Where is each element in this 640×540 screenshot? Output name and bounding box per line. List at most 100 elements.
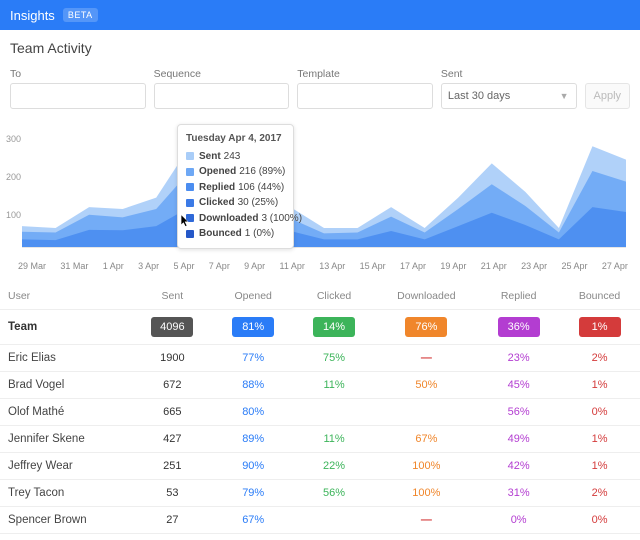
cell-user: Olof Mathé: [0, 399, 132, 426]
x-tick: 23 Apr: [521, 261, 547, 271]
cell-user: Spencer Brown: [0, 507, 132, 534]
col-opened[interactable]: Opened: [213, 283, 294, 310]
tooltip-label: Sent: [199, 149, 221, 165]
tooltip-title: Tuesday Apr 4, 2017: [186, 131, 285, 147]
activity-chart: 100200300 29 Mar31 Mar1 Apr3 Apr5 Apr7 A…: [0, 121, 640, 271]
table-row-team[interactable]: Team 4096 81% 14% 76% 36% 1%: [0, 310, 640, 345]
filter-to-input[interactable]: [10, 83, 146, 109]
page-title: Team Activity: [10, 40, 630, 56]
app-header: Insights BETA: [0, 0, 640, 30]
filter-template-input[interactable]: [297, 83, 433, 109]
cell-bounced: 2%: [559, 480, 640, 507]
cell-clicked: 75%: [294, 345, 375, 372]
tooltip-value: 243: [224, 149, 241, 165]
tooltip-value: 1 (0%): [245, 226, 274, 242]
cell-user: Jeffrey Wear: [0, 453, 132, 480]
cell-bounced: 1%: [559, 310, 640, 345]
table-row[interactable]: Jennifer Skene 427 89% 11% 67% 49% 1%: [0, 426, 640, 453]
chart-tooltip: Tuesday Apr 4, 2017 Sent 243 Opened 216 …: [177, 124, 294, 249]
x-tick: 31 Mar: [60, 261, 88, 271]
cell-downloaded: 76%: [375, 310, 479, 345]
filter-sent-label: Sent: [441, 68, 577, 80]
tooltip-value: 216 (89%): [239, 164, 285, 180]
cell-opened: 77%: [213, 345, 294, 372]
metric-pill: 81%: [232, 317, 274, 337]
cell-bounced: 1%: [559, 426, 640, 453]
cell-opened: 79%: [213, 480, 294, 507]
table-row[interactable]: Spencer Brown 27 67% — 0% 0%: [0, 507, 640, 534]
cell-clicked: [294, 507, 375, 534]
col-replied[interactable]: Replied: [478, 283, 559, 310]
tooltip-label: Bounced: [199, 226, 242, 242]
tooltip-value: 30 (25%): [238, 195, 279, 211]
x-tick: 27 Apr: [602, 261, 628, 271]
cell-clicked: 11%: [294, 372, 375, 399]
cell-bounced: 0%: [559, 399, 640, 426]
tooltip-label: Opened: [199, 164, 236, 180]
x-tick: 11 Apr: [280, 261, 305, 271]
tooltip-row: Downloaded 3 (100%): [186, 211, 285, 227]
table-row[interactable]: Eric Elias 1900 77% 75% — 23% 2%: [0, 345, 640, 372]
table-header-row: User Sent Opened Clicked Downloaded Repl…: [0, 283, 640, 310]
x-tick: 9 Apr: [244, 261, 265, 271]
col-clicked[interactable]: Clicked: [294, 283, 375, 310]
tooltip-label: Replied: [199, 180, 235, 196]
table-row[interactable]: Jeffrey Wear 251 90% 22% 100% 42% 1%: [0, 453, 640, 480]
cell-user: Team: [0, 310, 132, 345]
cell-clicked: 14%: [294, 310, 375, 345]
apply-button[interactable]: Apply: [585, 83, 631, 109]
cell-replied: 49%: [478, 426, 559, 453]
cell-replied: 23%: [478, 345, 559, 372]
tooltip-label: Downloaded: [199, 211, 258, 227]
col-sent[interactable]: Sent: [132, 283, 213, 310]
x-tick: 19 Apr: [440, 261, 466, 271]
x-tick: 13 Apr: [319, 261, 345, 271]
cell-sent: 672: [132, 372, 213, 399]
tooltip-row: Bounced 1 (0%): [186, 226, 285, 242]
cell-clicked: [294, 399, 375, 426]
cell-opened: 89%: [213, 426, 294, 453]
filter-sent-select[interactable]: Last 30 days: [441, 83, 577, 109]
cell-replied: 45%: [478, 372, 559, 399]
col-user[interactable]: User: [0, 283, 132, 310]
cell-opened: 67%: [213, 507, 294, 534]
col-downloaded[interactable]: Downloaded: [375, 283, 479, 310]
table-row[interactable]: Brad Vogel 672 88% 11% 50% 45% 1%: [0, 372, 640, 399]
table-row[interactable]: Olof Mathé 665 80% 56% 0%: [0, 399, 640, 426]
cell-replied: 56%: [478, 399, 559, 426]
y-tick: 100: [6, 210, 21, 220]
metric-pill: 76%: [405, 317, 447, 337]
metric-pill: 4096: [151, 317, 193, 337]
filters-row: To Sequence Template Sent Last 30 days ▼…: [10, 68, 630, 109]
cell-user: Eric Elias: [0, 345, 132, 372]
cell-bounced: 0%: [559, 507, 640, 534]
cell-downloaded: [375, 399, 479, 426]
cell-user: Brad Vogel: [0, 372, 132, 399]
tooltip-swatch: [186, 152, 194, 160]
cell-clicked: 56%: [294, 480, 375, 507]
cell-replied: 42%: [478, 453, 559, 480]
app-title: Insights: [10, 8, 55, 23]
cell-downloaded: —: [375, 507, 479, 534]
table-row[interactable]: Trey Tacon 53 79% 56% 100% 31% 2%: [0, 480, 640, 507]
cursor-icon: [180, 214, 190, 228]
cell-replied: 31%: [478, 480, 559, 507]
y-tick: 300: [6, 134, 21, 144]
tooltip-swatch: [186, 230, 194, 238]
tooltip-label: Clicked: [199, 195, 235, 211]
cell-downloaded: 100%: [375, 480, 479, 507]
filter-sequence-input[interactable]: [154, 83, 290, 109]
metric-pill: 1%: [579, 317, 621, 337]
col-bounced[interactable]: Bounced: [559, 283, 640, 310]
tooltip-row: Clicked 30 (25%): [186, 195, 285, 211]
cell-sent: 251: [132, 453, 213, 480]
x-tick: 15 Apr: [360, 261, 386, 271]
cell-opened: 81%: [213, 310, 294, 345]
x-tick: 5 Apr: [173, 261, 194, 271]
cell-sent: 1900: [132, 345, 213, 372]
cell-sent: 27: [132, 507, 213, 534]
cell-sent: 53: [132, 480, 213, 507]
cell-bounced: 2%: [559, 345, 640, 372]
cell-sent: 665: [132, 399, 213, 426]
tooltip-row: Sent 243: [186, 149, 285, 165]
